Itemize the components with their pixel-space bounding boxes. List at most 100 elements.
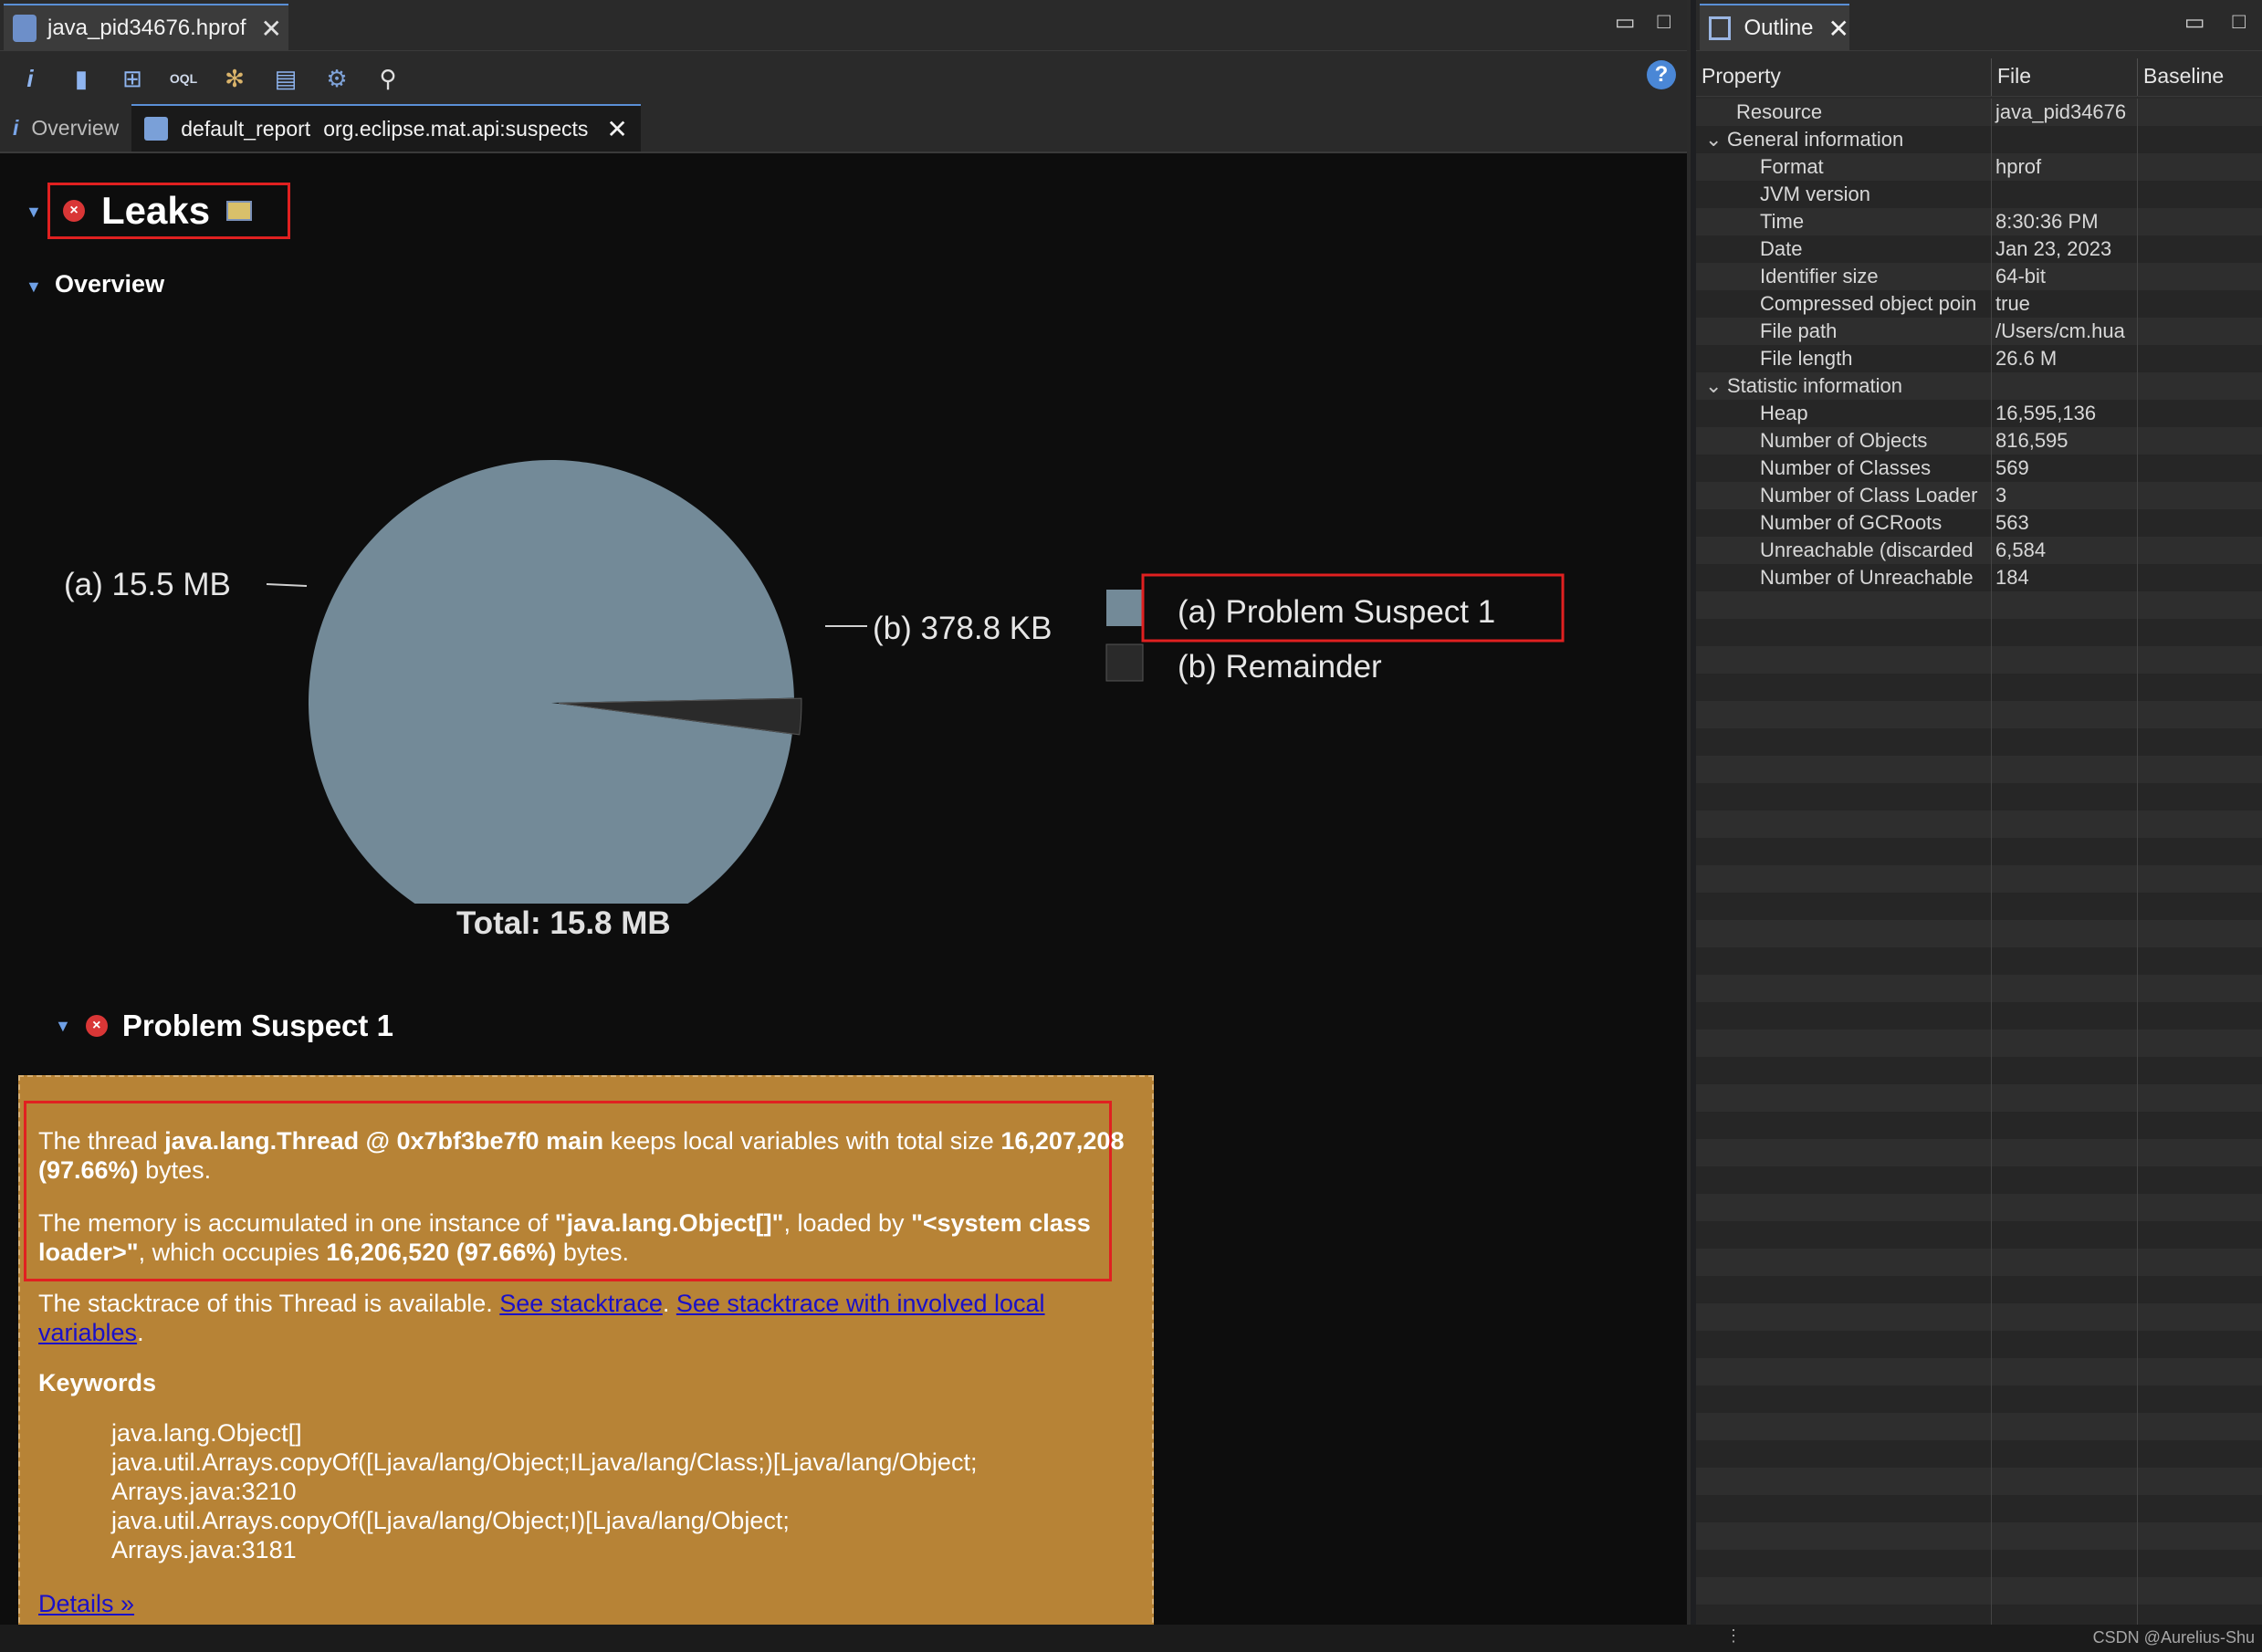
outline-table-header: Property File Baseline bbox=[1696, 58, 2262, 97]
outline-tab[interactable]: Outline ✕ bbox=[1700, 4, 1849, 51]
collapse-overview-icon[interactable]: ▼ bbox=[26, 277, 42, 297]
empty-row bbox=[1696, 920, 2262, 947]
empty-row bbox=[1696, 1002, 2262, 1030]
property-cell: Number of Objects bbox=[1696, 427, 1992, 455]
table-row[interactable]: Unreachable (discarded 6,584 bbox=[1696, 537, 2262, 564]
empty-row bbox=[1696, 1112, 2262, 1139]
empty-row bbox=[1696, 1030, 2262, 1057]
keyword-line: java.util.Arrays.copyOf([Ljava/lang/Obje… bbox=[111, 1507, 790, 1534]
empty-row bbox=[1696, 1413, 2262, 1440]
table-row[interactable]: Heap 16,595,136 bbox=[1696, 400, 2262, 427]
table-row[interactable]: Number of Class Loader 3 bbox=[1696, 482, 2262, 509]
table-row[interactable]: ⌄ General information bbox=[1696, 126, 2262, 153]
more-icon[interactable]: ⋮ bbox=[1725, 1626, 1742, 1646]
close-icon[interactable]: ✕ bbox=[606, 114, 627, 144]
outline-tab-label: Outline bbox=[1744, 16, 1814, 40]
empty-row bbox=[1696, 1249, 2262, 1276]
error-icon: × bbox=[63, 200, 85, 222]
outline-table-body: Resource java_pid34676 ⌄ General informatio… bbox=[1696, 99, 2262, 1632]
close-icon[interactable]: ✕ bbox=[1828, 14, 1849, 44]
histogram-icon[interactable]: ▮ bbox=[66, 63, 97, 94]
details-link[interactable]: Details » bbox=[38, 1590, 134, 1618]
tab-overview[interactable]: i Overview bbox=[0, 104, 131, 152]
report-name-label: default_report bbox=[181, 116, 311, 141]
table-row[interactable]: Number of Unreachable 184 bbox=[1696, 564, 2262, 591]
info-icon[interactable]: i bbox=[15, 63, 46, 94]
details-image-icon[interactable] bbox=[226, 201, 253, 221]
legend-swatch-a bbox=[1106, 590, 1143, 626]
oql-icon[interactable]: OQL bbox=[168, 63, 199, 94]
empty-row bbox=[1696, 728, 2262, 756]
leaks-heading: × Leaks bbox=[47, 183, 290, 239]
chevron-down-icon[interactable]: ⌄ bbox=[1705, 126, 1727, 153]
property-cell: Date bbox=[1696, 235, 1992, 263]
property-cell: Identifier size bbox=[1696, 263, 1992, 290]
reports-icon[interactable]: ▤ bbox=[270, 63, 301, 94]
editor-pane: java_pid34676.hprof ✕ ▭ □ i ▮ ⊞ OQL ✻ ▤ … bbox=[0, 0, 1691, 1625]
property-cell: Compressed object poin bbox=[1696, 290, 1992, 318]
problem-suspect-heading: ▼ × Problem Suspect 1 bbox=[55, 1009, 393, 1043]
column-header-property[interactable]: Property bbox=[1696, 58, 1992, 96]
collapse-leaks-icon[interactable]: ▼ bbox=[26, 203, 42, 222]
empty-row bbox=[1696, 783, 2262, 810]
keywords-heading: Keywords bbox=[38, 1369, 157, 1396]
property-cell: Number of Class Loader bbox=[1696, 482, 1992, 509]
file-cell: Jan 23, 2023 bbox=[1992, 235, 2138, 263]
outline-window-buttons: ▭ □ bbox=[2184, 9, 2246, 36]
chevron-down-icon[interactable]: ⌄ bbox=[1705, 372, 1727, 400]
column-header-file[interactable]: File bbox=[1992, 58, 2138, 96]
maximize-icon[interactable]: □ bbox=[1658, 9, 1671, 36]
property-cell: ⌄ General information bbox=[1696, 126, 1992, 153]
collapse-suspect-icon[interactable]: ▼ bbox=[55, 1017, 71, 1036]
table-row[interactable]: File path/Users/cm.hua bbox=[1696, 318, 2262, 345]
table-row[interactable]: JVM version bbox=[1696, 181, 2262, 208]
empty-row bbox=[1696, 1057, 2262, 1084]
property-cell: ⌄ Statistic information bbox=[1696, 372, 1992, 400]
dominator-tree-icon[interactable]: ⊞ bbox=[117, 63, 148, 94]
close-icon[interactable]: ✕ bbox=[261, 14, 282, 44]
table-row[interactable]: Resource java_pid34676 bbox=[1696, 99, 2262, 126]
query-browser-icon[interactable]: ✻ bbox=[219, 63, 250, 94]
empty-row bbox=[1696, 947, 2262, 975]
minimize-icon[interactable]: ▭ bbox=[2184, 9, 2205, 36]
hprof-file-tab[interactable]: java_pid34676.hprof ✕ bbox=[4, 4, 288, 51]
table-row[interactable]: File length 26.6 M bbox=[1696, 345, 2262, 372]
help-icon[interactable]: ? bbox=[1647, 60, 1676, 89]
editor-toolbar: i ▮ ⊞ OQL ✻ ▤ ⚙ ⚲ bbox=[0, 51, 1687, 106]
actions-icon[interactable]: ⚙ bbox=[321, 63, 352, 94]
file-cell: 8:30:36 PM bbox=[1992, 208, 2138, 235]
outline-tabbar: Outline ✕ ▭ □ bbox=[1696, 0, 2262, 51]
report-id-label: org.eclipse.mat.api:suspects bbox=[323, 116, 589, 141]
table-row[interactable]: Compressed object poin true bbox=[1696, 290, 2262, 318]
empty-row bbox=[1696, 1194, 2262, 1221]
search-icon[interactable]: ⚲ bbox=[372, 63, 403, 94]
editor-window-buttons: ▭ □ bbox=[1615, 9, 1670, 36]
pie-total: Total: 15.8 MB bbox=[456, 905, 671, 941]
maximize-icon[interactable]: □ bbox=[2233, 9, 2246, 36]
file-cell: 26.6 M bbox=[1992, 345, 2138, 372]
legend-swatch-b bbox=[1105, 643, 1144, 682]
table-row[interactable]: Identifier size 64-bit bbox=[1696, 263, 2262, 290]
empty-row bbox=[1696, 1221, 2262, 1249]
table-row[interactable]: ⌄ Statistic information bbox=[1696, 372, 2262, 400]
file-cell bbox=[1992, 181, 2138, 208]
table-row[interactable]: Format hprof bbox=[1696, 153, 2262, 181]
tab-suspects-report[interactable]: default_report org.eclipse.mat.api:suspe… bbox=[131, 104, 641, 152]
file-cell: 563 bbox=[1992, 509, 2138, 537]
table-row[interactable]: Number of Classes 569 bbox=[1696, 455, 2262, 482]
file-tab-label: java_pid34676.hprof bbox=[47, 16, 246, 40]
table-row[interactable]: Number of Objects 816,595 bbox=[1696, 427, 2262, 455]
minimize-icon[interactable]: ▭ bbox=[1615, 9, 1636, 36]
keyword-line: java.util.Arrays.copyOf([Ljava/lang/Obje… bbox=[111, 1448, 978, 1476]
property-cell: Resource bbox=[1696, 99, 1992, 126]
table-row[interactable]: Time 8:30:36 PM bbox=[1696, 208, 2262, 235]
see-stacktrace-link[interactable]: See stacktrace bbox=[499, 1290, 663, 1317]
file-cell: 16,595,136 bbox=[1992, 400, 2138, 427]
property-cell: Number of Classes bbox=[1696, 455, 1992, 482]
empty-row bbox=[1696, 701, 2262, 728]
mat-window: java_pid34676.hprof ✕ ▭ □ i ▮ ⊞ OQL ✻ ▤ … bbox=[0, 0, 2262, 1652]
table-row[interactable]: Number of GCRoots 563 bbox=[1696, 509, 2262, 537]
pie-slice-a[interactable] bbox=[309, 460, 794, 904]
table-row[interactable]: Date Jan 23, 2023 bbox=[1696, 235, 2262, 263]
column-header-baseline[interactable]: Baseline bbox=[2138, 58, 2262, 96]
